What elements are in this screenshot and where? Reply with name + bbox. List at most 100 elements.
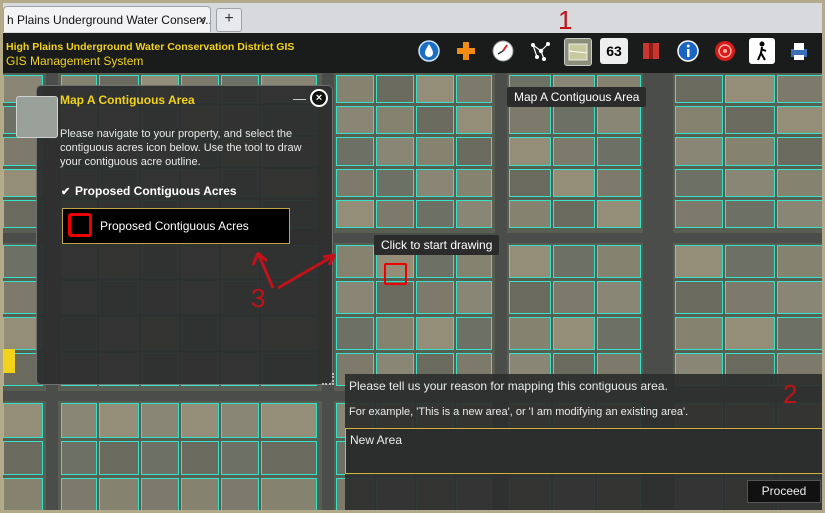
checkbox-icon[interactable]: ✔	[61, 187, 71, 198]
reason-question: Please tell us your reason for mapping t…	[349, 379, 668, 393]
minimize-icon[interactable]: —	[293, 91, 306, 106]
parcel	[416, 168, 454, 197]
parcel	[777, 137, 822, 166]
parcel	[553, 106, 595, 135]
parcel	[777, 199, 822, 228]
checkbox-label: Proposed Contiguous Acres	[75, 184, 237, 198]
parcel	[675, 245, 723, 278]
layer-label: Proposed Contiguous Acres	[100, 219, 249, 233]
parcel	[553, 317, 595, 350]
target-icon[interactable]	[712, 38, 738, 64]
browser-tab-title: h Plains Underground Water Conserv...	[7, 13, 211, 27]
parcel	[725, 317, 775, 350]
annotation-arrows	[251, 251, 337, 290]
parcel	[376, 281, 414, 314]
parcel	[141, 440, 179, 476]
map-contiguous-icon[interactable]	[564, 38, 592, 66]
parcel	[456, 281, 492, 314]
parcel	[725, 199, 775, 228]
annotation-number: 2	[783, 379, 798, 409]
clock-icon[interactable]	[490, 38, 516, 64]
parcel	[597, 106, 641, 135]
plus-icon[interactable]	[453, 38, 479, 64]
contiguous-acres-tool[interactable]: Proposed Contiguous Acres	[62, 208, 290, 244]
app-subtitle: GIS Management System	[6, 54, 144, 68]
parcel	[416, 137, 454, 166]
close-icon[interactable]: ×	[310, 89, 328, 107]
map-tooltip: Map A Contiguous Area	[507, 87, 647, 107]
parcel	[777, 245, 822, 278]
parcel	[261, 478, 317, 510]
parcel	[777, 75, 822, 104]
parcel	[597, 168, 641, 197]
info-icon[interactable]	[675, 38, 701, 64]
app-window: h Plains Underground Water Conserv... × …	[0, 0, 825, 513]
parcel	[553, 281, 595, 314]
book-icon[interactable]	[638, 38, 664, 64]
proceed-button[interactable]: Proceed	[747, 480, 821, 503]
parcel	[181, 440, 219, 476]
parcel	[456, 168, 492, 197]
parcel	[725, 106, 775, 135]
parcel	[553, 245, 595, 278]
parcel	[376, 199, 414, 228]
parcel	[416, 199, 454, 228]
parcel	[675, 199, 723, 228]
parcel	[553, 137, 595, 166]
parcel	[336, 106, 374, 135]
address-icon[interactable]: 63	[600, 38, 628, 64]
polygon-swatch-icon[interactable]	[68, 213, 92, 237]
reason-panel: Please tell us your reason for mapping t…	[345, 374, 822, 510]
annotation-number: 1	[558, 5, 573, 35]
parcel	[675, 75, 723, 104]
network-icon[interactable]	[527, 38, 553, 64]
layer-checkbox-row[interactable]: ✔ Proposed Contiguous Acres	[61, 184, 237, 198]
new-tab-button[interactable]: +	[216, 8, 242, 32]
parcel	[509, 137, 551, 166]
resize-grip-icon[interactable]	[322, 373, 334, 385]
tab-close-icon[interactable]: ×	[198, 7, 206, 32]
parcel	[509, 168, 551, 197]
parcel	[336, 75, 374, 104]
reason-input[interactable]: New Area	[345, 428, 822, 474]
parcel	[141, 403, 179, 438]
parcel	[456, 137, 492, 166]
print-icon[interactable]	[786, 38, 812, 64]
parcel	[725, 245, 775, 278]
parcel	[597, 281, 641, 314]
map-thumbnail-icon[interactable]	[16, 96, 58, 138]
walking-person-icon[interactable]	[749, 38, 775, 64]
left-panel-tab[interactable]	[3, 349, 15, 373]
parcel	[336, 137, 374, 166]
parcel	[416, 317, 454, 350]
parcel	[509, 317, 551, 350]
parcel	[181, 403, 219, 438]
parcel	[725, 75, 775, 104]
parcel	[61, 440, 97, 476]
app-header: High Plains Underground Water Conservati…	[3, 33, 822, 73]
parcel	[597, 245, 641, 278]
draw-cursor-box	[384, 263, 407, 285]
parcel	[553, 199, 595, 228]
parcel	[416, 281, 454, 314]
water-drop-icon[interactable]	[416, 38, 442, 64]
parcel	[261, 440, 317, 476]
parcel	[261, 403, 317, 438]
app-title: High Plains Underground Water Conservati…	[6, 41, 295, 53]
parcel	[416, 106, 454, 135]
browser-tab[interactable]: h Plains Underground Water Conserv... ×	[3, 6, 211, 32]
parcel	[777, 168, 822, 197]
parcel	[336, 199, 374, 228]
browser-tab-bar: h Plains Underground Water Conserv... × …	[3, 3, 822, 34]
parcel	[99, 440, 139, 476]
parcel	[725, 137, 775, 166]
parcel	[3, 440, 43, 476]
parcel	[597, 199, 641, 228]
parcel	[777, 281, 822, 314]
parcel	[456, 106, 492, 135]
parcel	[221, 403, 259, 438]
parcel	[416, 75, 454, 104]
parcel	[509, 106, 551, 135]
parcel	[777, 317, 822, 350]
parcel	[725, 281, 775, 314]
